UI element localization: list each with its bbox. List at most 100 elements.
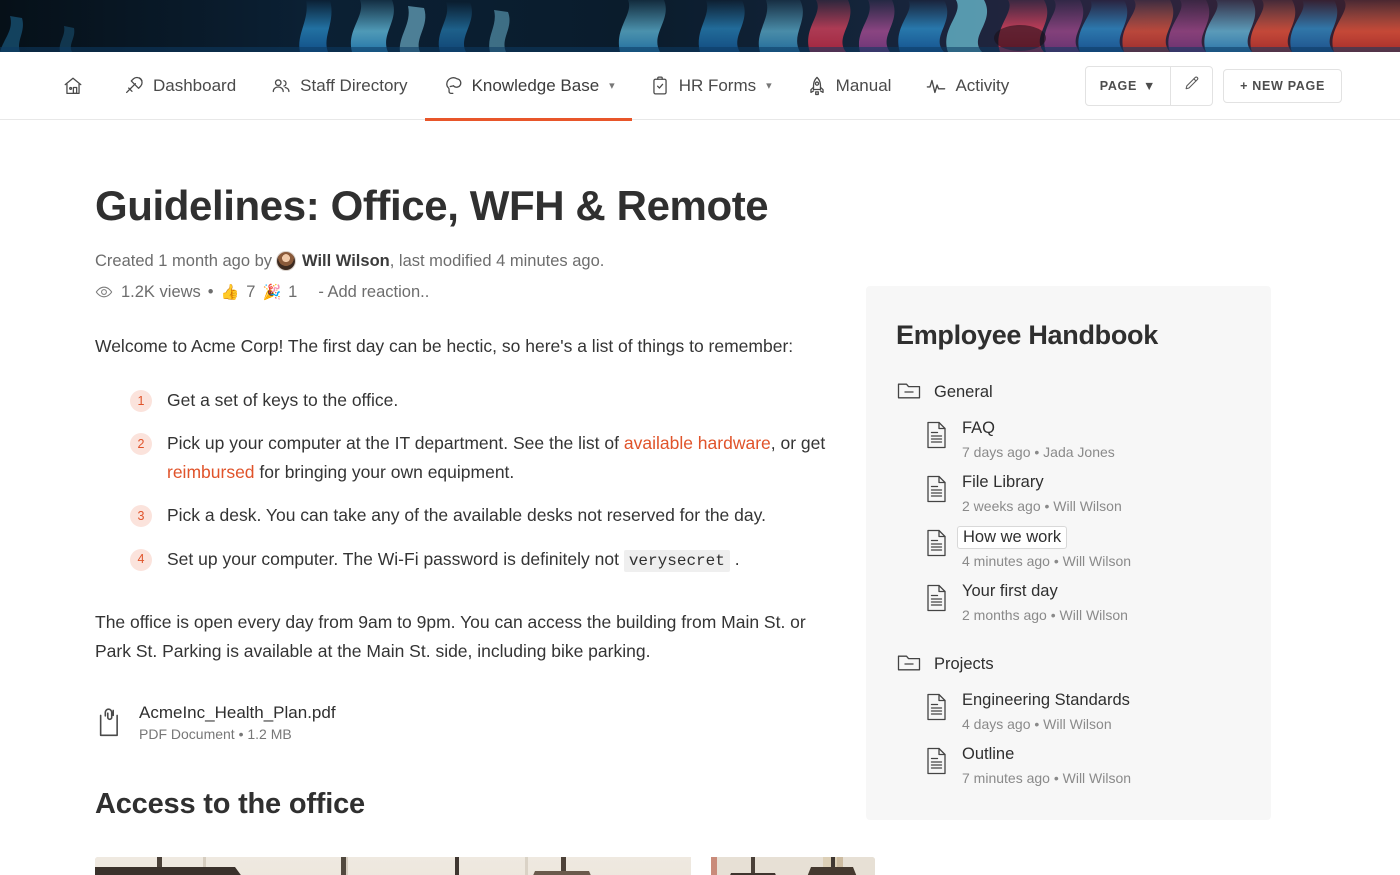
sidebar-doc-outline[interactable]: Outline 7 minutes ago • Will Wilson bbox=[896, 745, 1241, 786]
reaction-party-count: 1 bbox=[288, 282, 298, 301]
sidebar-doc-info: Outline 7 minutes ago • Will Wilson bbox=[962, 745, 1131, 786]
document-icon bbox=[924, 583, 950, 618]
photo-office-lamps-wide[interactable] bbox=[95, 857, 703, 875]
nav-item-activity[interactable]: Activity bbox=[908, 52, 1026, 120]
sidebar-doc-your-first-day[interactable]: Your first day 2 months ago • Will Wilso… bbox=[896, 582, 1241, 623]
page-body: Guidelines: Office, WFH & Remote Created… bbox=[0, 120, 1400, 875]
edit-page-button[interactable] bbox=[1170, 66, 1212, 105]
sidebar-doc-faq[interactable]: FAQ 7 days ago • Jada Jones bbox=[896, 419, 1241, 460]
sidebar-title: Employee Handbook bbox=[896, 320, 1158, 350]
sidebar-folder-projects[interactable]: Projects bbox=[896, 651, 1241, 678]
created-prefix: Created 1 month ago by bbox=[95, 252, 273, 271]
attachment-info: AcmeInc_Health_Plan.pdf PDF Document • 1… bbox=[139, 703, 336, 742]
doc-meta: 7 minutes ago • Will Wilson bbox=[962, 769, 1132, 786]
sidebar-doc-file-library[interactable]: File Library 2 weeks ago • Will Wilson bbox=[896, 473, 1241, 514]
page-actions: PAGE ▼ + NEW PAGE bbox=[1084, 65, 1342, 106]
photo-artwork bbox=[95, 857, 703, 875]
folder-label: Projects bbox=[934, 655, 994, 674]
users-icon bbox=[270, 75, 292, 97]
main-navigation-bar: Dashboard Staff Directory Knowledge Base bbox=[0, 52, 1400, 121]
nav-label: Dashboard bbox=[153, 75, 237, 95]
nav-items: Dashboard Staff Directory Knowledge Base bbox=[62, 52, 1026, 121]
numbered-steps-list: 1 Get a set of keys to the office. 2 Pic… bbox=[95, 386, 838, 574]
step-text: Pick up your computer at the IT departme… bbox=[167, 429, 838, 486]
sidebar-doc-how-we-work[interactable]: How we work 4 minutes ago • Will Wilson bbox=[896, 525, 1241, 570]
attachment-item[interactable]: AcmeInc_Health_Plan.pdf PDF Document • 1… bbox=[95, 703, 336, 742]
doc-name: FAQ bbox=[962, 419, 996, 437]
nav-label: Staff Directory bbox=[300, 75, 408, 95]
reaction-thumbsup-count: 7 bbox=[246, 282, 256, 301]
page-menu-button[interactable]: PAGE ▼ bbox=[1086, 67, 1170, 105]
new-page-button[interactable]: + NEW PAGE bbox=[1223, 68, 1342, 103]
doc-name: Your first day bbox=[962, 582, 1058, 601]
paperclip-file-icon bbox=[95, 707, 125, 739]
document-content: Guidelines: Office, WFH & Remote Created… bbox=[0, 120, 875, 875]
photo-artwork bbox=[711, 857, 875, 875]
nav-item-dashboard[interactable]: Dashboard bbox=[106, 52, 253, 120]
step-text-part: Pick a desk. You can take any of the ava… bbox=[167, 505, 766, 526]
step-text-part: , or get bbox=[770, 433, 826, 454]
reaction-party-emoji[interactable]: 🎉 bbox=[262, 283, 281, 301]
step-number: 4 bbox=[130, 548, 152, 571]
page-title: Guidelines: Office, WFH & Remote bbox=[95, 182, 769, 229]
photo-gallery bbox=[95, 857, 875, 875]
nav-item-knowledge-base[interactable]: Knowledge Base ▾ bbox=[424, 52, 632, 121]
banner-artwork bbox=[0, 0, 1400, 52]
doc-meta: 2 months ago • Will Wilson bbox=[962, 607, 1128, 624]
reaction-thumbsup-emoji[interactable]: 👍 bbox=[221, 283, 240, 301]
page-menu-label: PAGE bbox=[1099, 78, 1138, 93]
nav-item-home[interactable] bbox=[62, 52, 106, 120]
sidebar-doc-engineering-standards[interactable]: Engineering Standards 4 days ago • Will … bbox=[896, 691, 1241, 732]
doc-meta: 4 minutes ago • Will Wilson bbox=[962, 553, 1132, 570]
modified-text: , last modified 4 minutes ago. bbox=[389, 252, 605, 271]
chevron-down-icon: ▾ bbox=[609, 80, 615, 92]
employee-handbook-panel: Employee Handbook General FAQ 7 days ago… bbox=[866, 286, 1271, 820]
document-icon bbox=[924, 420, 950, 455]
add-reaction-button[interactable]: - Add reaction.. bbox=[318, 283, 429, 302]
doc-meta: 2 weeks ago • Will Wilson bbox=[962, 497, 1122, 514]
doc-name: File Library bbox=[962, 472, 1044, 491]
document-icon bbox=[924, 474, 950, 509]
megaphone-icon bbox=[123, 75, 145, 97]
page-button-group: PAGE ▼ bbox=[1084, 65, 1214, 106]
wifi-password-code: verysecret bbox=[623, 549, 730, 572]
step-text-part: for bringing your own equipment. bbox=[254, 461, 515, 482]
sidebar-folder-general[interactable]: General bbox=[896, 379, 1241, 406]
sidebar-doc-info: File Library 2 weeks ago • Will Wilson bbox=[962, 473, 1122, 514]
document-stats: 1.2K views • 👍 7 🎉 1 - Add reaction.. bbox=[95, 283, 838, 302]
doc-name: Outline bbox=[962, 744, 1015, 763]
sidebar-doc-info: Your first day 2 months ago • Will Wilso… bbox=[962, 582, 1128, 623]
list-item: 2 Pick up your computer at the IT depart… bbox=[95, 429, 838, 486]
nav-item-staff-directory[interactable]: Staff Directory bbox=[253, 52, 424, 120]
pencil-icon bbox=[1183, 75, 1200, 97]
nav-item-hr-forms[interactable]: HR Forms ▾ bbox=[632, 52, 789, 120]
nav-label: HR Forms bbox=[678, 75, 757, 95]
step-text-part: Set up your computer. The Wi-Fi password… bbox=[167, 548, 624, 569]
rocket-icon bbox=[806, 75, 828, 97]
document-icon bbox=[924, 746, 950, 781]
step-text: Pick a desk. You can take any of the ava… bbox=[167, 501, 838, 529]
step-text-part: . bbox=[729, 548, 740, 569]
section-heading: Access to the office bbox=[95, 788, 365, 821]
chevron-down-icon: ▾ bbox=[766, 80, 772, 92]
avatar bbox=[276, 251, 297, 272]
sidebar-container: Employee Handbook General FAQ 7 days ago… bbox=[838, 120, 1271, 875]
author-name[interactable]: Will Wilson bbox=[302, 249, 390, 274]
available-hardware-link[interactable]: available hardware bbox=[624, 433, 771, 453]
doc-name: How we work bbox=[957, 525, 1068, 550]
caret-down-icon: ▼ bbox=[1143, 78, 1157, 93]
attachment-filename: AcmeInc_Health_Plan.pdf bbox=[139, 703, 336, 723]
hero-banner-image bbox=[0, 0, 1400, 52]
step-number: 2 bbox=[130, 433, 152, 456]
view-count: 1.2K views bbox=[121, 282, 201, 301]
doc-meta: 7 days ago • Jada Jones bbox=[962, 443, 1115, 460]
nav-label: Manual bbox=[835, 75, 892, 95]
step-text: Get a set of keys to the office. bbox=[167, 386, 838, 414]
head-idea-icon bbox=[442, 75, 464, 97]
photo-office-lamps-narrow[interactable] bbox=[711, 857, 875, 875]
step-number: 3 bbox=[130, 505, 152, 528]
nav-item-manual[interactable]: Manual bbox=[789, 52, 909, 120]
reimbursed-link[interactable]: reimbursed bbox=[167, 462, 255, 482]
folder-minus-icon bbox=[896, 379, 922, 406]
document-icon bbox=[924, 528, 950, 563]
